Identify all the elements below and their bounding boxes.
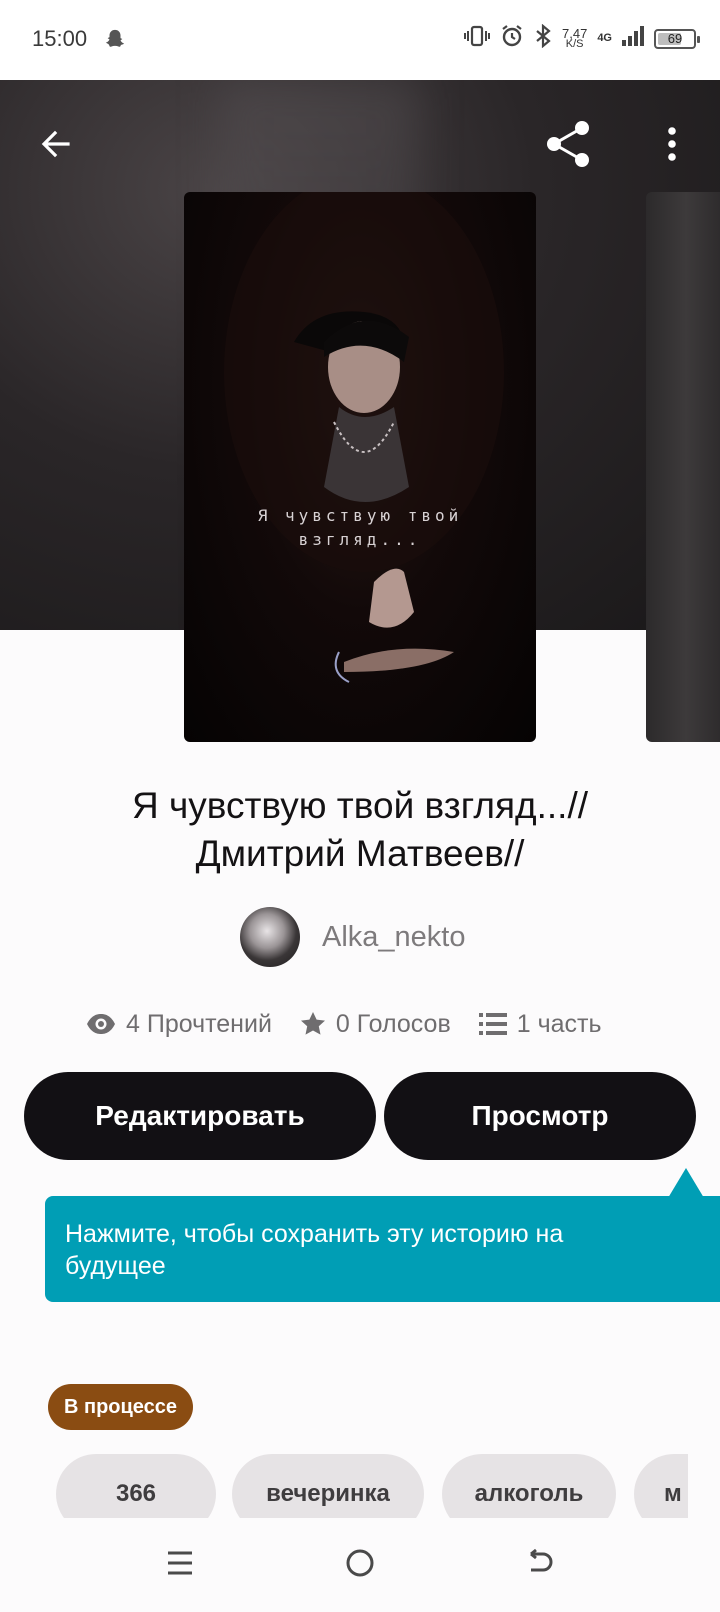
recent-apps-button[interactable] — [150, 1538, 210, 1588]
list-icon — [478, 1013, 507, 1035]
reads-count: 4 Прочтений — [126, 1009, 272, 1038]
share-button[interactable] — [536, 112, 600, 176]
tag-list: 366 вечеринка алкоголь м — [56, 1454, 688, 1518]
cover-text-line2: взгляд... — [298, 530, 422, 549]
network-type: 4G — [597, 32, 612, 44]
tag-chip[interactable]: м — [634, 1454, 688, 1518]
save-story-tooltip[interactable]: Нажмите, чтобы сохранить эту историю на … — [45, 1196, 720, 1302]
share-icon — [547, 121, 589, 167]
star-icon — [300, 1012, 325, 1035]
arrow-left-icon — [41, 130, 70, 158]
next-story-cover[interactable] — [646, 192, 720, 742]
tag-chip[interactable]: 366 — [56, 1454, 216, 1518]
tag-chip[interactable]: алкоголь — [442, 1454, 616, 1518]
view-button[interactable]: Просмотр — [384, 1072, 696, 1160]
cover-text: Я чувствую твой взгляд... — [184, 504, 536, 552]
menu-icon — [168, 1551, 192, 1575]
cover-artwork — [224, 192, 504, 683]
story-title-line1: Я чувствую твой взгляд...// — [131, 785, 589, 826]
author-name[interactable]: Alka_nekto — [322, 921, 466, 954]
system-nav-bar — [0, 1518, 720, 1612]
bluetooth-icon — [534, 23, 552, 53]
home-circle-icon — [346, 1549, 374, 1577]
status-time: 15:00 — [32, 26, 88, 51]
story-title-line2: Дмитрий Матвеев// — [195, 833, 525, 874]
reads-stat: 4 Прочтений — [86, 1010, 272, 1039]
back-nav-button[interactable] — [510, 1538, 570, 1588]
cover-text-line1: Я чувствую твой — [257, 506, 463, 525]
votes-stat: 0 Голосов — [300, 1010, 451, 1039]
tooltip-arrow — [668, 1168, 704, 1198]
story-title: Я чувствую твой взгляд...// Дмитрий Матв… — [60, 782, 660, 878]
parts-count: 1 часть — [516, 1009, 602, 1038]
snapchat-icon — [104, 28, 126, 55]
status-badge: В процессе — [48, 1384, 194, 1430]
more-options-button[interactable] — [640, 112, 704, 176]
back-button[interactable] — [24, 112, 88, 176]
author-link[interactable]: Alka_nekto — [240, 906, 466, 968]
author-avatar[interactable] — [240, 907, 300, 967]
edit-button[interactable]: Редактировать — [24, 1072, 376, 1160]
more-vertical-icon — [668, 127, 676, 161]
home-button[interactable] — [330, 1538, 390, 1588]
tooltip-text: Нажмите, чтобы сохранить эту историю на … — [65, 1220, 564, 1280]
status-bar: 15:00 7,47 K/S 4G 69 — [0, 0, 720, 80]
story-actions: Редактировать Просмотр — [24, 1072, 696, 1160]
tag-chip[interactable]: вечеринка — [232, 1454, 424, 1518]
story-cover[interactable]: Я чувствую твой взгляд... — [184, 192, 536, 742]
votes-count: 0 Голосов — [335, 1009, 451, 1038]
vibrate-icon — [464, 25, 490, 52]
battery-percent: 69 — [667, 30, 683, 46]
network-speed: 7,47 K/S — [562, 25, 588, 50]
status-icons: 7,47 K/S 4G 69 — [464, 23, 700, 53]
battery-icon: 69 — [654, 28, 700, 49]
eye-icon — [87, 1014, 115, 1034]
story-stats: 4 Прочтений 0 Голосов 1 часть — [86, 1006, 630, 1042]
back-arrow-icon — [530, 1548, 553, 1572]
alarm-icon — [500, 24, 524, 53]
signal-icon — [622, 26, 644, 51]
parts-stat: 1 часть — [478, 1009, 602, 1039]
